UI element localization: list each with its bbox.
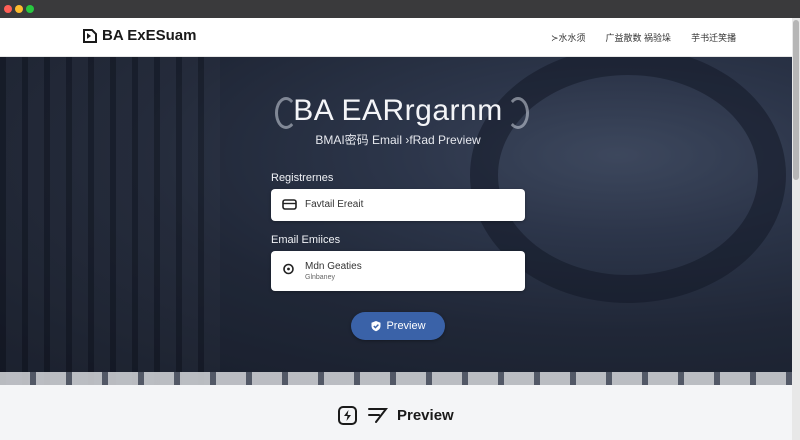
footer-preview-label: Preview xyxy=(397,407,454,424)
brand-name: BA ExESuam xyxy=(102,27,197,44)
nav-link-1[interactable]: ≻水水须 xyxy=(551,31,586,44)
page-scrollbar[interactable] xyxy=(792,18,800,440)
preview-button-label: Preview xyxy=(386,320,426,332)
footer-bar: Preview xyxy=(0,385,792,440)
app-window: BA ExESuam ≻水水须 广益散数 祸验垛 芋书迁笑播 BA EARrga… xyxy=(0,0,800,440)
bolt-icon xyxy=(338,406,357,425)
brand-logo-link[interactable]: BA ExESuam xyxy=(82,27,196,44)
preview-button[interactable]: Preview xyxy=(351,312,445,340)
card-icon xyxy=(282,199,297,210)
brand-logo-icon xyxy=(83,28,97,43)
hero-title: BA EARrgarnm xyxy=(293,94,503,127)
shield-check-icon xyxy=(371,321,381,332)
location-pin-icon xyxy=(283,263,294,275)
registration-label: Registrernes xyxy=(271,172,334,184)
site-header: BA ExESuam ≻水水须 广益散数 祸验垛 芋书迁笑播 xyxy=(0,18,792,57)
scrollbar-thumb[interactable] xyxy=(793,20,799,180)
maximize-window-icon[interactable] xyxy=(26,5,34,13)
registration-value: Favtail Ereait xyxy=(305,199,364,210)
email-hint: Glnbaney xyxy=(305,274,335,281)
window-titlebar xyxy=(0,0,800,18)
minimize-window-icon[interactable] xyxy=(15,5,23,13)
send-icon xyxy=(368,408,388,423)
nav-link-2[interactable]: 广益散数 祸验垛 xyxy=(606,31,672,44)
email-label: Email Emiices xyxy=(271,234,341,246)
background-keyboard-graphic xyxy=(0,372,792,386)
hero-subtitle: BMAI密码 Email ›fRad Preview xyxy=(315,133,481,147)
footer-icons xyxy=(338,406,388,425)
email-value: Mdn Geaties xyxy=(305,261,362,272)
email-field[interactable]: Mdn Geaties Glnbaney xyxy=(271,251,525,291)
top-nav: ≻水水须 广益散数 祸验垛 芋书迁笑播 xyxy=(551,31,736,44)
registration-field[interactable]: Favtail Ereait xyxy=(271,189,525,221)
close-window-icon[interactable] xyxy=(4,5,12,13)
nav-link-3[interactable]: 芋书迁笑播 xyxy=(691,31,736,44)
